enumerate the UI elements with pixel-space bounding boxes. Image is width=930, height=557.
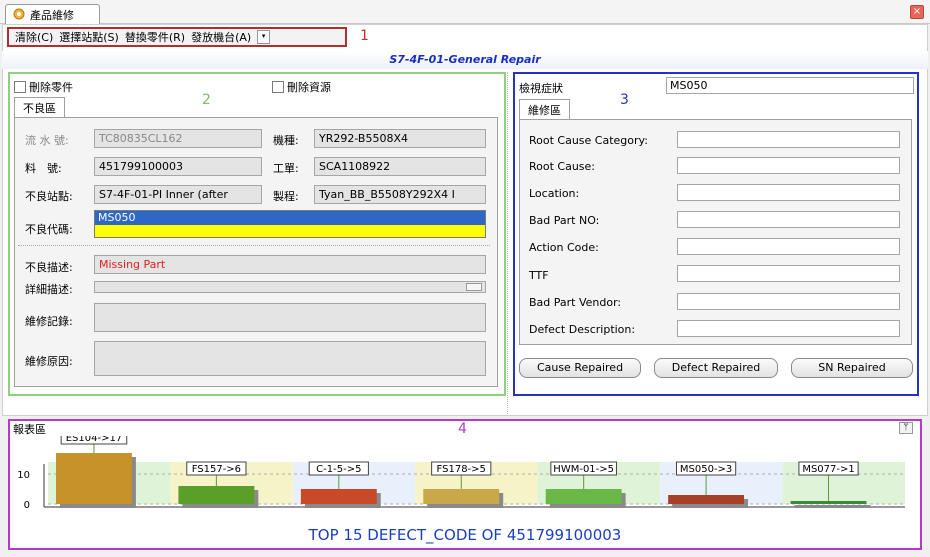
root-cause-field[interactable]	[677, 157, 900, 174]
bar	[56, 453, 132, 504]
defect-description-field[interactable]	[677, 320, 900, 337]
panel-splitter[interactable]	[507, 72, 511, 414]
data-label: HWM-01->5	[553, 464, 614, 475]
work-order-field[interactable]: SCA1108922	[314, 157, 486, 176]
gear-icon	[12, 7, 26, 24]
action-code-label: Action Code:	[529, 241, 599, 254]
defect-repaired-button[interactable]: Defect Repaired	[654, 358, 778, 378]
bar-shadow	[794, 505, 871, 508]
pin-icon[interactable]: ᛘ	[899, 422, 913, 434]
data-label: FS157->6	[192, 464, 241, 475]
chart-title: TOP 15 DEFECT_CODE OF 451799100003	[308, 526, 622, 545]
page-title: S7-4F-01-General Repair	[2, 51, 928, 69]
repair-reason-field[interactable]	[94, 341, 486, 376]
detail-desc-field[interactable]	[94, 281, 486, 293]
bad-part-vendor-label: Bad Part Vendor:	[529, 296, 622, 309]
bad-code-blank-row[interactable]	[95, 225, 485, 237]
bad-desc-label: 不良描述:	[25, 261, 73, 274]
bar	[790, 501, 867, 504]
toolbar-dropdown-icon[interactable]: ▾	[257, 30, 271, 44]
repair-record-label: 維修記錄:	[25, 315, 73, 328]
bar	[423, 489, 500, 504]
work-order-label: 工單:	[273, 162, 299, 175]
data-label: ES104->17	[66, 436, 122, 444]
process-field[interactable]: Tyan_BB_B5508Y292X4 I	[314, 185, 486, 204]
defect-description-label: Defect Description:	[529, 323, 636, 336]
tab-defect-area[interactable]: 不良區	[14, 97, 65, 117]
data-label: MS050->3	[680, 464, 732, 475]
expand-icon[interactable]	[466, 283, 482, 291]
bar	[300, 489, 377, 504]
ttf-field[interactable]	[677, 265, 900, 282]
root-cause-category-label: Root Cause Category:	[529, 134, 648, 147]
data-label: C-1-5->5	[316, 464, 361, 475]
bad-part-vendor-field[interactable]	[677, 293, 900, 310]
bad-code-selected-item[interactable]: MS050	[95, 211, 485, 225]
defect-chart: 10 0 ES104->17 FS157->6 C-1-5->5 FS178->5 HWM-…	[17, 436, 905, 545]
repair-record-field[interactable]	[94, 303, 486, 332]
toolbar: 清除(C) 選擇站點(S) 替換零件(R) 發放機台(A) ▾	[7, 27, 347, 47]
bar	[545, 489, 622, 504]
ttf-label: TTF	[529, 269, 549, 282]
process-label: 製程:	[273, 190, 299, 203]
y-tick-label: 0	[24, 500, 30, 511]
serial-label: 流 水 號:	[25, 134, 69, 147]
delete-resource-checkbox[interactable]: 刪除資源	[272, 79, 331, 95]
bad-station-label: 不良站點:	[25, 190, 73, 203]
bad-code-list[interactable]: MS050	[94, 210, 486, 238]
bad-station-field[interactable]: S7-4F-01-PI Inner (after	[94, 185, 262, 204]
bad-part-no-label: Bad Part NO:	[529, 214, 600, 227]
annotation-3: 3	[620, 92, 629, 108]
replace-part-button[interactable]: 替換零件(R)	[125, 29, 185, 45]
annotation-2: 2	[202, 92, 211, 108]
bar	[668, 495, 745, 504]
action-code-field[interactable]	[677, 238, 900, 255]
location-field[interactable]	[677, 184, 900, 201]
data-label: MS077->1	[802, 464, 854, 475]
serial-field[interactable]: TC80835CL162	[94, 129, 262, 148]
bar	[178, 486, 255, 504]
repair-reason-label: 維修原因:	[25, 355, 73, 368]
tab-repair-area[interactable]: 維修區	[519, 99, 570, 119]
cause-repaired-button[interactable]: Cause Repaired	[519, 358, 641, 378]
symptom-field[interactable]: MS050	[666, 77, 914, 94]
document-tab-title: 產品維修	[30, 9, 74, 22]
select-station-button[interactable]: 選擇站點(S)	[59, 29, 119, 45]
repair-tab-body	[519, 119, 912, 345]
release-machine-button[interactable]: 發放機台(A)	[191, 29, 251, 45]
model-field[interactable]: YR292-B5508X4	[314, 129, 486, 148]
symptom-label: 檢視症狀	[519, 82, 563, 95]
bad-part-no-field[interactable]	[677, 211, 900, 228]
close-icon[interactable]: ×	[910, 5, 924, 19]
part-field[interactable]: 451799100003	[94, 157, 262, 176]
delete-parts-checkbox[interactable]: 刪除零件	[14, 79, 73, 95]
y-tick-label: 10	[17, 470, 30, 481]
model-label: 機種:	[273, 134, 299, 147]
location-label: Location:	[529, 187, 580, 200]
divider	[18, 245, 490, 246]
root-cause-label: Root Cause:	[529, 160, 596, 173]
detail-desc-label: 詳細描述:	[25, 283, 73, 296]
sn-repaired-button[interactable]: SN Repaired	[791, 358, 913, 378]
annotation-1: 1	[360, 28, 369, 44]
annotation-4: 4	[458, 421, 467, 437]
document-tab[interactable]: 產品維修	[5, 4, 100, 25]
document-tab-strip	[0, 0, 930, 24]
data-label: FS178->5	[437, 464, 486, 475]
bad-code-label: 不良代碼:	[25, 223, 73, 236]
root-cause-category-field[interactable]	[677, 131, 900, 148]
bad-desc-field[interactable]: Missing Part	[94, 255, 486, 274]
clear-button[interactable]: 清除(C)	[15, 29, 53, 45]
report-label: 報表區	[13, 423, 46, 436]
part-label: 料 號:	[25, 162, 62, 175]
